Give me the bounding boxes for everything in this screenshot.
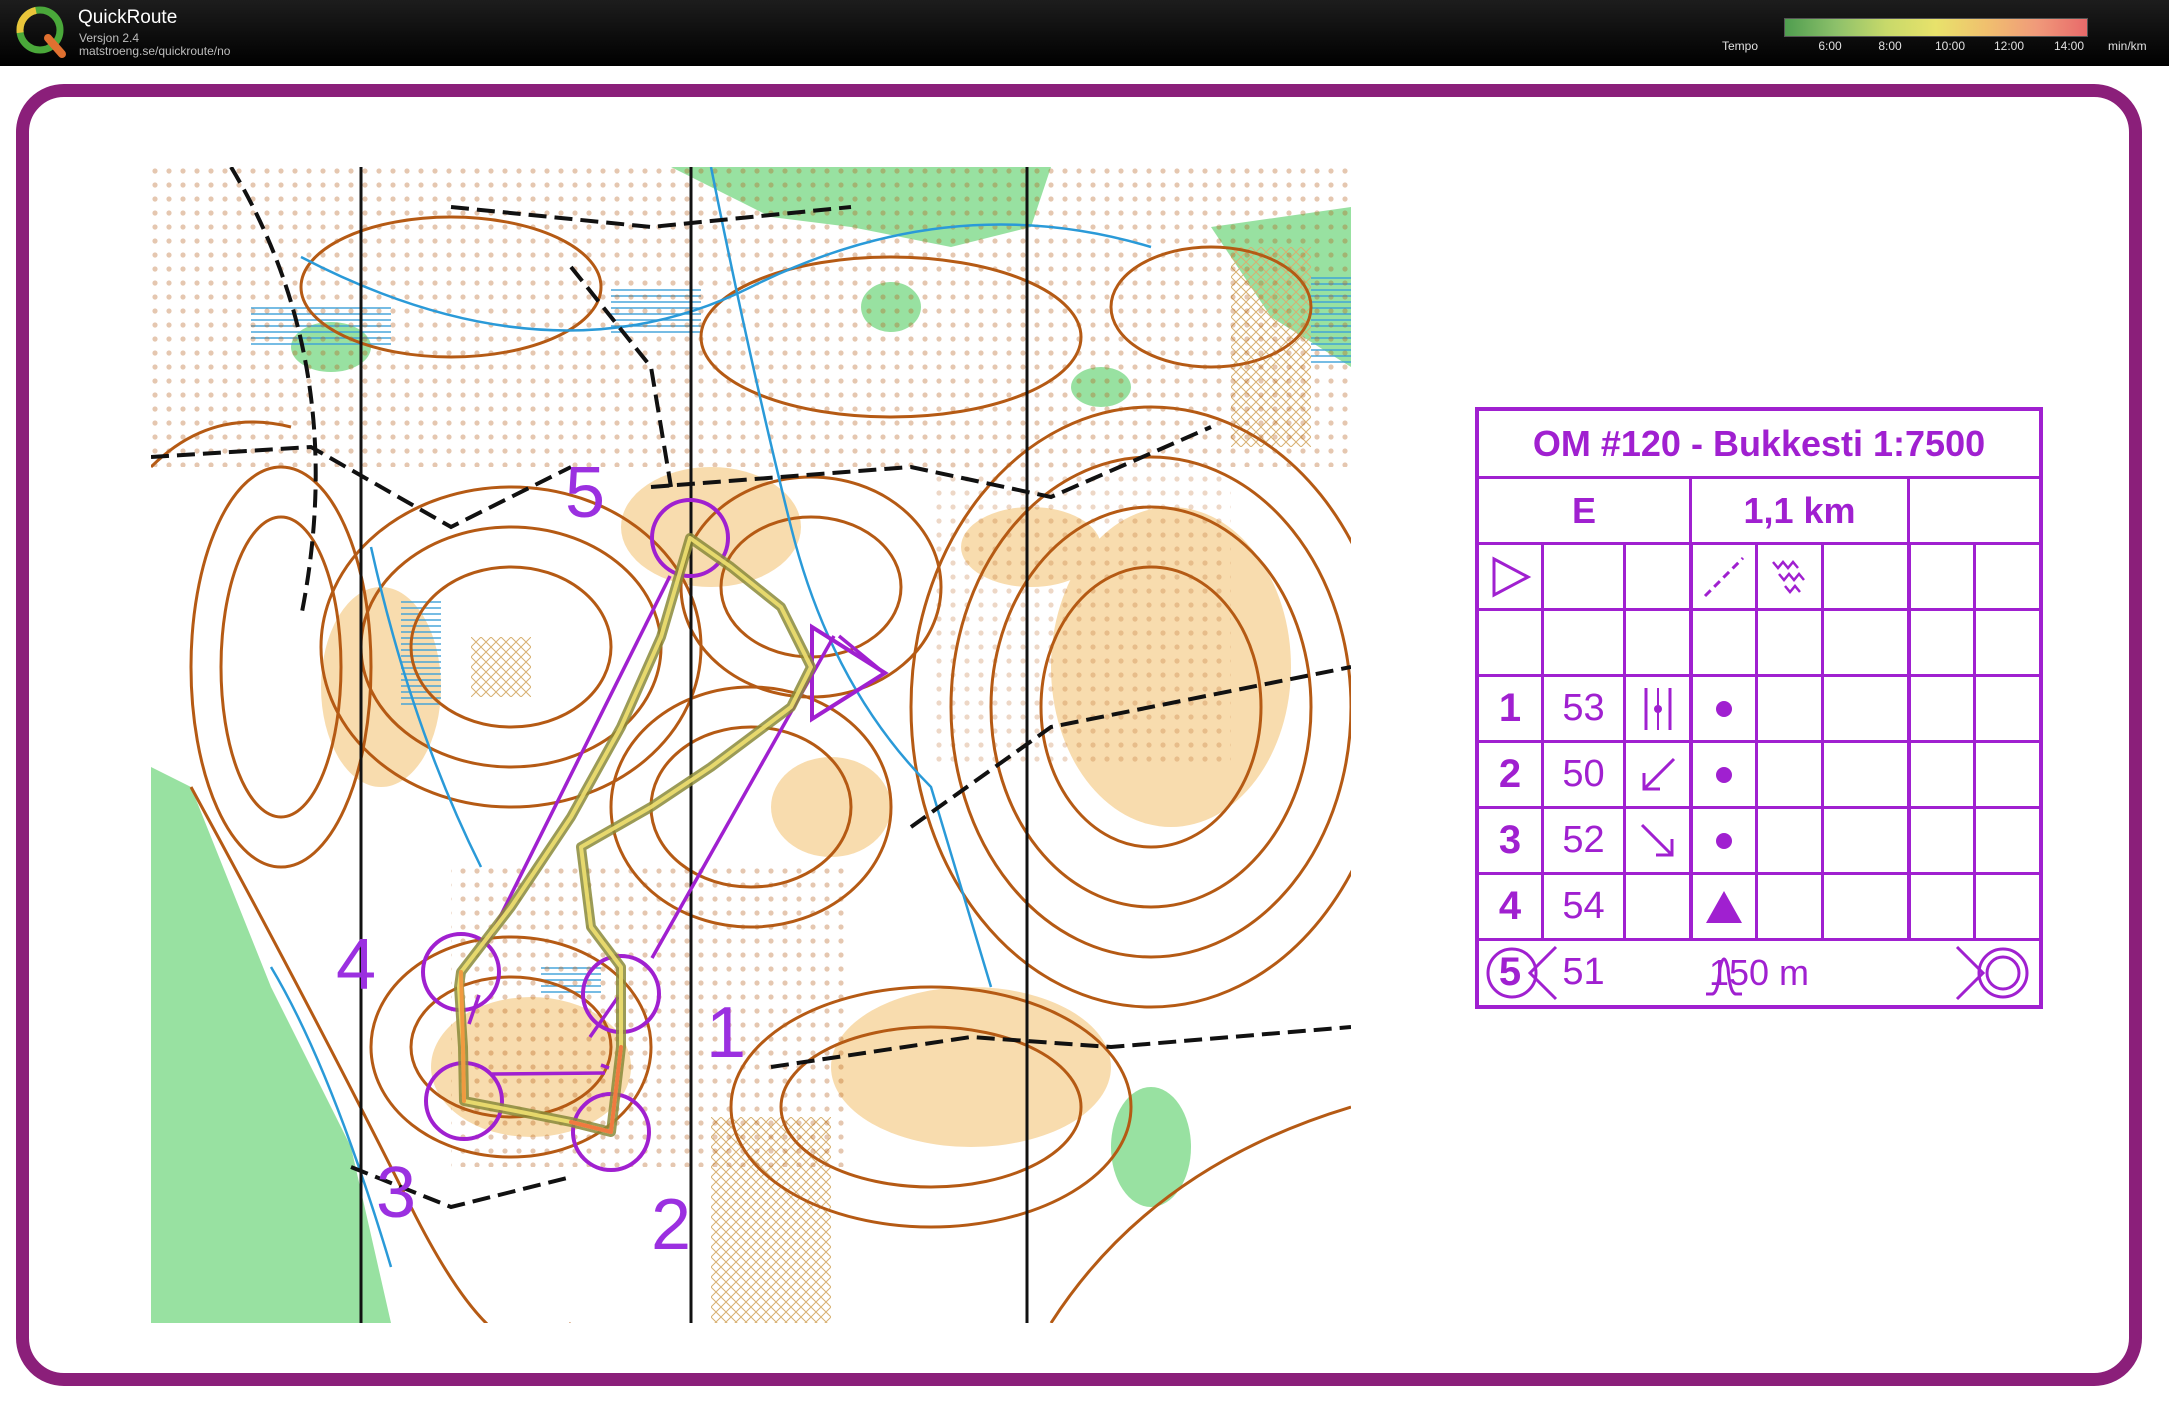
grid-line (1821, 542, 1824, 938)
tempo-tick: 8:00 (1878, 39, 1902, 53)
tempo-tick: 12:00 (1993, 39, 2025, 53)
grid-line (1907, 476, 1910, 542)
control-number: 2 (1498, 752, 1522, 796)
dot-icon (1693, 743, 1755, 806)
fence-crossing-icon (1692, 545, 1755, 608)
course-title: OM #120 - Bukkesti 1:7500 (1532, 422, 1986, 464)
tempo-tick: 6:00 (1818, 39, 1842, 53)
finish-circle-icon (1949, 941, 2035, 1005)
control-label: 3 (376, 1153, 417, 1233)
tempo-ticks: 6:00 8:00 10:00 12:00 14:00 (1784, 39, 2086, 55)
dot-icon (1693, 677, 1755, 740)
control-code: 53 (1562, 687, 1605, 729)
app-title: QuickRoute (78, 7, 178, 28)
grid-line (1973, 542, 1976, 938)
marsh-crossing-icon (1758, 545, 1821, 608)
app-url[interactable]: matstroeng.se/quickroute/no (79, 44, 230, 58)
start-triangle-icon (1479, 545, 1541, 608)
arrow-southeast-icon (1626, 809, 1689, 872)
between-icon (1626, 677, 1689, 740)
control-label: 1 (706, 993, 747, 1073)
tempo-unit: min/km (2108, 39, 2147, 53)
grid-line (1479, 608, 2039, 611)
tempo-label: Tempo (1722, 39, 1759, 53)
control-label: 5 (565, 453, 606, 533)
control-number: 4 (1498, 884, 1522, 928)
dot-icon (1693, 809, 1755, 872)
control-number: 1 (1498, 686, 1522, 730)
finish-distance: 150 m (1708, 952, 1810, 993)
tempo-color-scale (1784, 18, 2088, 37)
course-class: E (1571, 489, 1596, 531)
arrow-southwest-icon (1626, 743, 1689, 806)
grid-line (1623, 542, 1626, 938)
app-version: Versjon 2.4 (79, 31, 140, 45)
control-number: 3 (1498, 818, 1522, 862)
control-description-sheet: OM #120 - Bukkesti 1:7500 E 1,1 km 1 53 2 5… (1475, 407, 2043, 1009)
control-code: 54 (1562, 885, 1605, 927)
orienteering-map[interactable]: 5 4 1 3 2 (151, 167, 1351, 1323)
finish-from-control-icon (1483, 941, 1567, 1005)
tempo-tick: 14:00 (2053, 39, 2085, 53)
control-code: 52 (1562, 819, 1605, 861)
app-header: QuickRoute Versjon 2.4 matstroeng.se/qui… (0, 0, 2169, 66)
control-code: 50 (1562, 753, 1605, 795)
grid-line (1907, 542, 1911, 938)
map-canvas (151, 167, 1351, 1323)
quickroute-logo-icon (16, 6, 66, 58)
triangle-icon (1693, 875, 1755, 938)
tempo-tick: 10:00 (1934, 39, 1966, 53)
control-label: 2 (651, 1185, 692, 1265)
course-length: 1,1 km (1743, 489, 1856, 531)
control-label: 4 (336, 925, 377, 1005)
